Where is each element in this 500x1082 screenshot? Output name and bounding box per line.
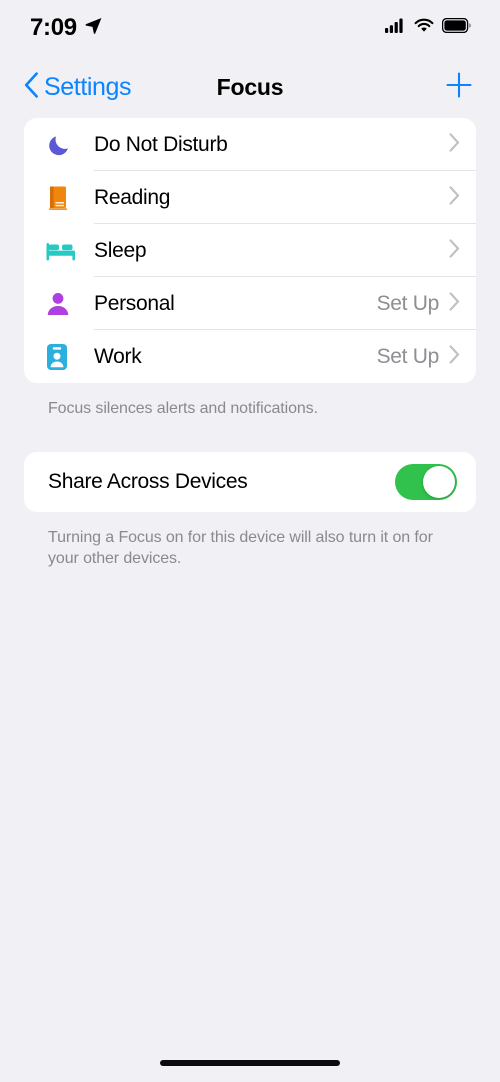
chevron-right-icon bbox=[449, 132, 460, 157]
focus-row-value: Set Up bbox=[376, 344, 440, 368]
moon-icon bbox=[46, 132, 94, 158]
focus-row-label: Work bbox=[94, 344, 142, 368]
share-across-devices-footer: Turning a Focus on for this device will … bbox=[48, 528, 433, 568]
plus-icon bbox=[444, 70, 474, 105]
wifi-icon bbox=[414, 18, 434, 38]
status-bar-right bbox=[385, 17, 472, 38]
focus-row-reading[interactable]: Reading bbox=[24, 171, 476, 224]
bed-icon bbox=[46, 239, 94, 263]
chevron-left-icon bbox=[24, 71, 39, 103]
focus-row-body: Sleep bbox=[94, 224, 476, 277]
status-bar: 7:09 bbox=[0, 0, 500, 56]
add-focus-button[interactable] bbox=[442, 70, 476, 104]
chevron-right-icon bbox=[449, 185, 460, 210]
cellular-signal-icon bbox=[385, 18, 406, 38]
location-arrow-icon bbox=[84, 16, 103, 40]
toggle-knob bbox=[423, 465, 455, 498]
chevron-right-icon bbox=[449, 291, 460, 316]
chevron-right-icon bbox=[449, 344, 460, 369]
share-across-devices-card: Share Across Devices bbox=[24, 451, 476, 512]
share-across-devices-label: Share Across Devices bbox=[48, 469, 248, 493]
focus-row-body: Reading bbox=[94, 171, 476, 224]
navigation-bar: Settings Focus bbox=[0, 56, 500, 118]
focus-list-footer: Focus silences alerts and notifications. bbox=[48, 400, 318, 417]
focus-row-label: Reading bbox=[94, 185, 171, 209]
focus-row-label: Sleep bbox=[94, 238, 147, 262]
settings-content: Do Not Disturb Reading Sleep Personal Se… bbox=[0, 118, 500, 570]
focus-row-label: Do Not Disturb bbox=[94, 132, 228, 156]
focus-row-body: Personal Set Up bbox=[94, 277, 476, 330]
focus-row-personal[interactable]: Personal Set Up bbox=[24, 277, 476, 330]
id-badge-icon bbox=[46, 343, 94, 371]
home-indicator bbox=[160, 1060, 340, 1066]
focus-modes-card: Do Not Disturb Reading Sleep Personal Se… bbox=[24, 118, 476, 383]
focus-row-do-not-disturb[interactable]: Do Not Disturb bbox=[24, 118, 476, 171]
battery-full-icon bbox=[441, 17, 472, 38]
focus-row-work[interactable]: Work Set Up bbox=[24, 330, 476, 383]
person-icon bbox=[46, 291, 94, 317]
share-across-devices-row[interactable]: Share Across Devices bbox=[24, 452, 476, 512]
focus-row-sleep[interactable]: Sleep bbox=[24, 224, 476, 277]
focus-row-body: Work Set Up bbox=[94, 330, 476, 383]
focus-row-body: Do Not Disturb bbox=[94, 118, 476, 171]
focus-row-value: Set Up bbox=[376, 291, 440, 315]
share-across-devices-toggle[interactable] bbox=[395, 463, 457, 500]
chevron-right-icon bbox=[449, 238, 460, 263]
status-bar-left: 7:09 bbox=[30, 14, 103, 42]
back-to-settings-button[interactable]: Settings bbox=[24, 71, 132, 103]
status-time: 7:09 bbox=[30, 14, 77, 41]
back-button-label: Settings bbox=[44, 72, 132, 101]
book-icon bbox=[46, 185, 94, 211]
focus-row-label: Personal bbox=[94, 291, 175, 315]
